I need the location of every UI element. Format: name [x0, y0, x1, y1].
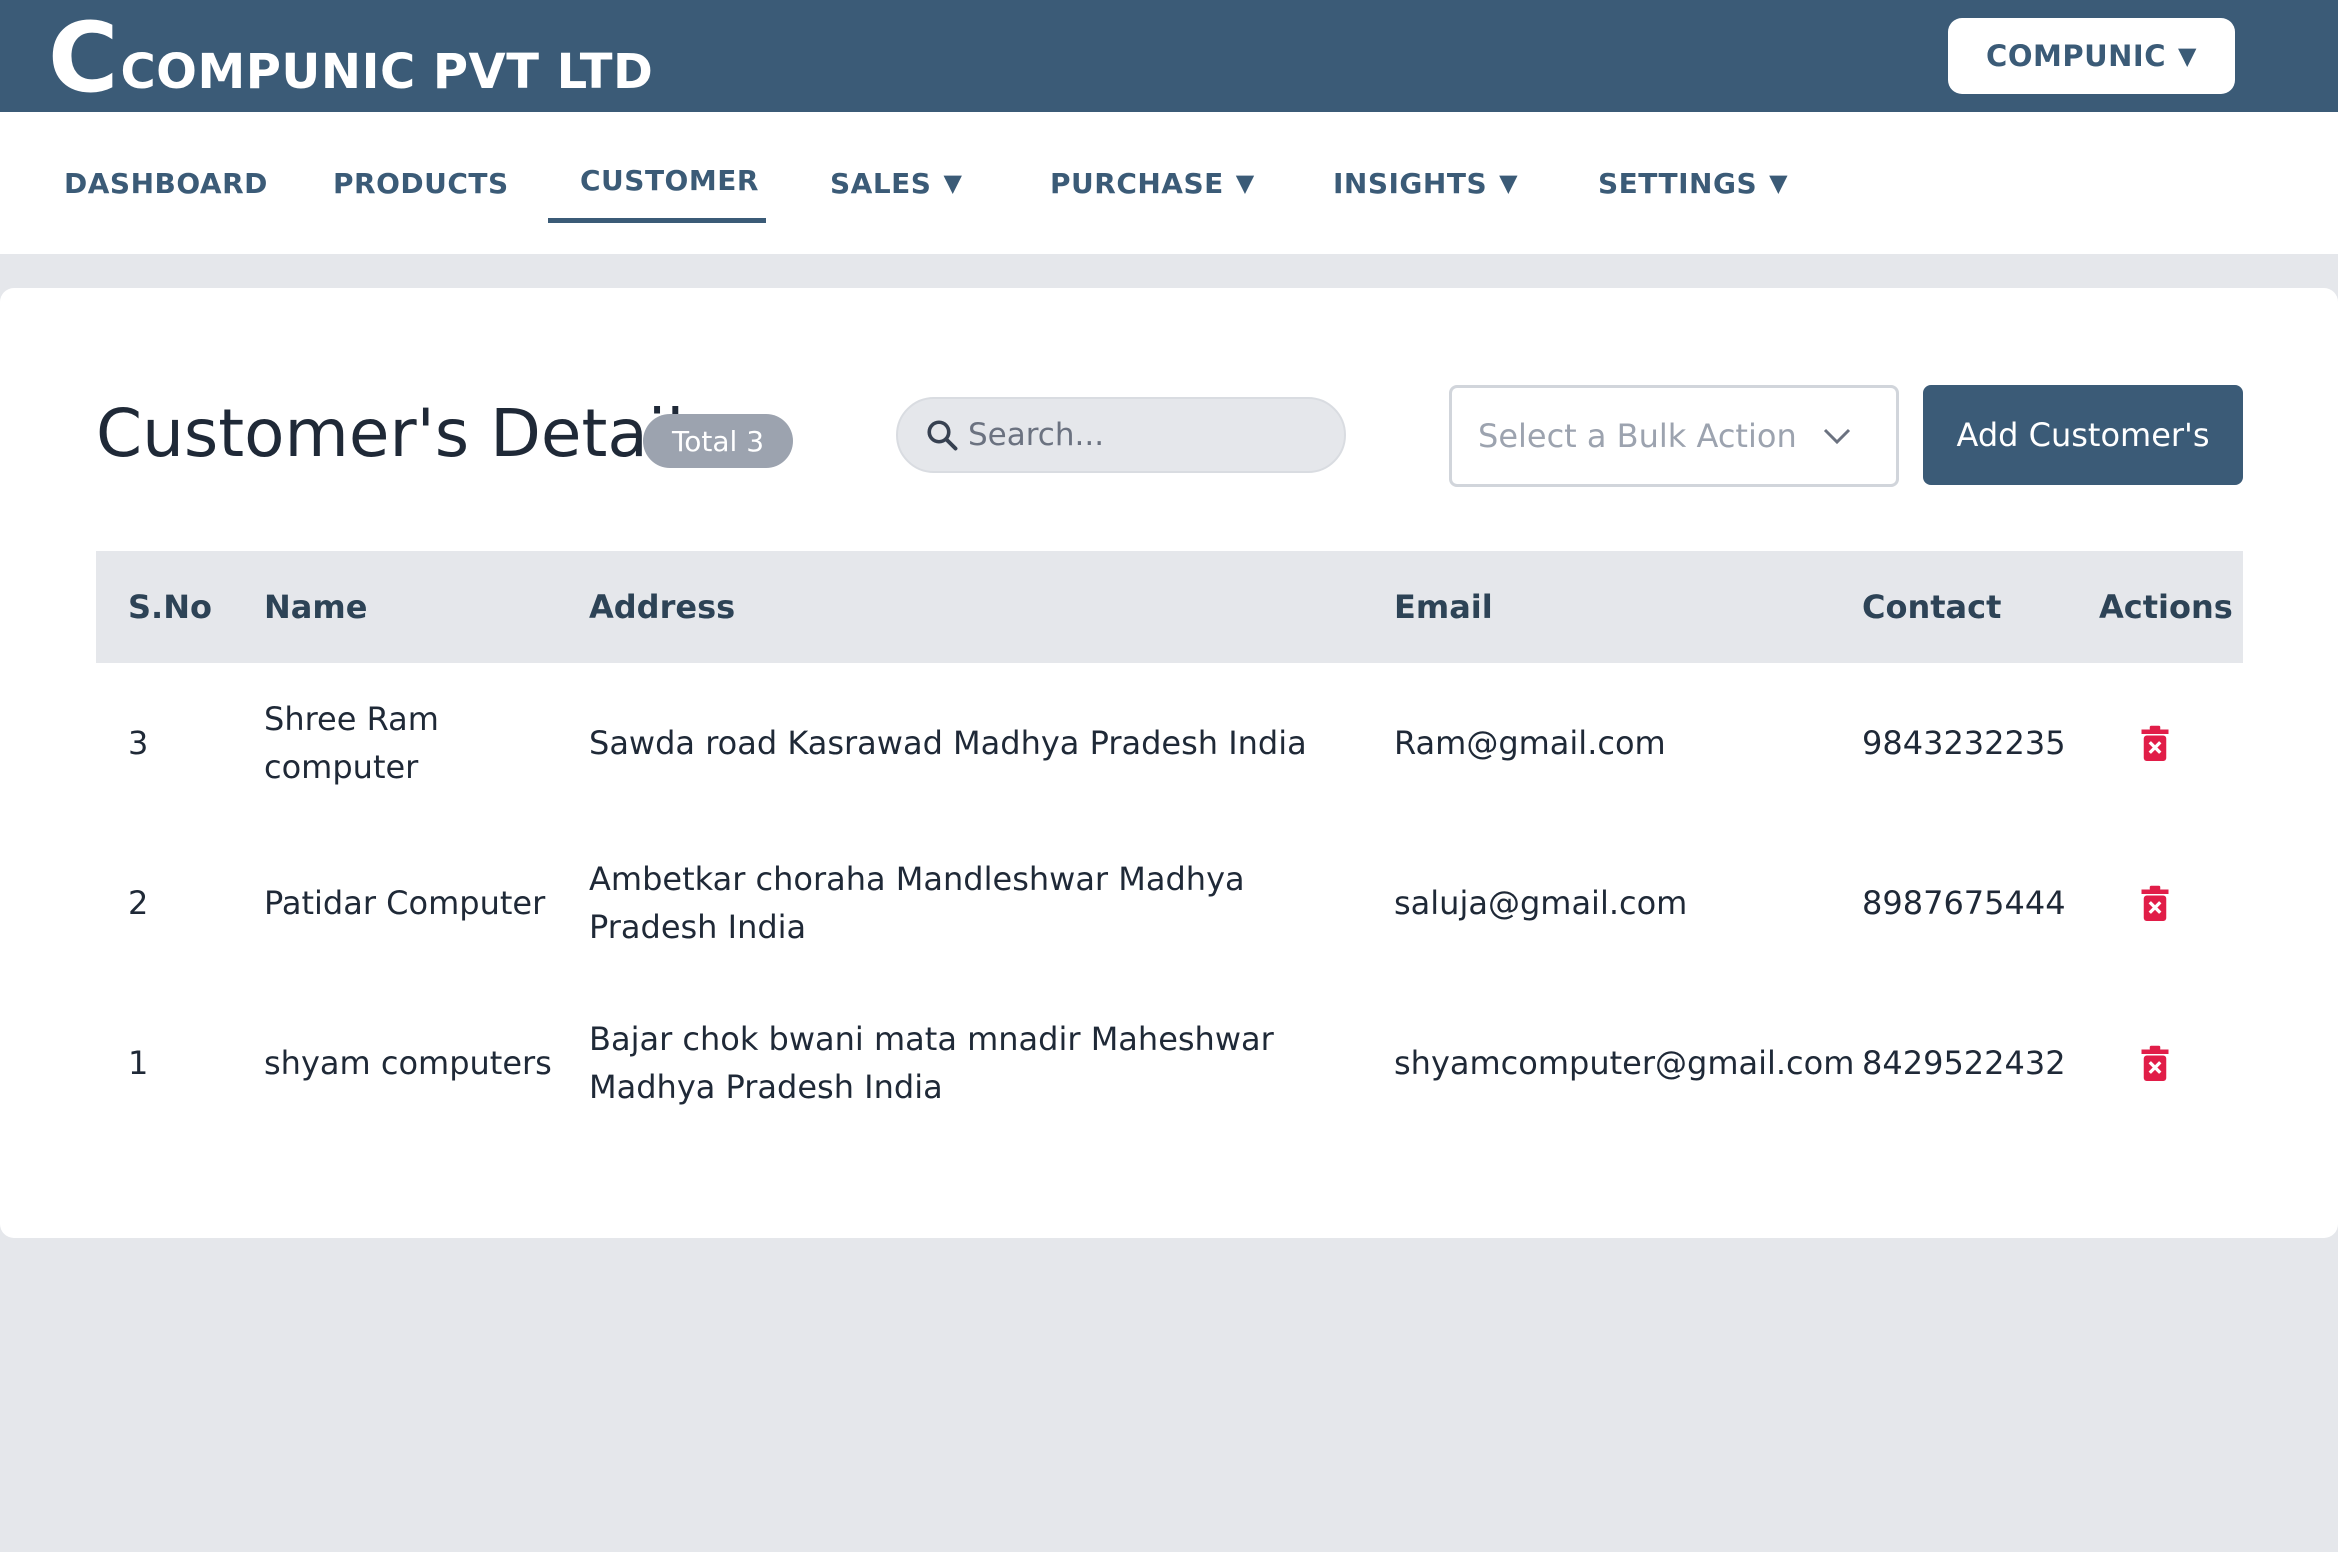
name-text: Shree Ram computer — [264, 700, 439, 786]
bulk-action-select[interactable]: Select a Bulk Action — [1449, 385, 1899, 487]
name-text: Patidar Computer — [264, 884, 546, 922]
caret-down-icon: ▼ — [1769, 169, 1789, 197]
cell-name: shyam computers — [264, 983, 554, 1143]
table-row: 2 Patidar Computer Ambetkar choraha Mand… — [96, 823, 2243, 983]
nav-item-label: SALES — [830, 166, 932, 200]
column-header-contact[interactable]: Contact — [1862, 551, 2001, 663]
table-header-row: S.No Name Address Email Contact Actions — [96, 551, 2243, 663]
cell-actions — [2140, 983, 2170, 1143]
cell-name: Patidar Computer — [264, 823, 554, 983]
column-header-email[interactable]: Email — [1394, 551, 1493, 663]
column-header-sno[interactable]: S.No — [128, 551, 212, 663]
add-customer-button[interactable]: Add Customer's — [1923, 385, 2243, 485]
page-title: Customer's Details — [96, 395, 719, 472]
nav-item-settings[interactable]: SETTINGS ▼ — [1598, 112, 1788, 254]
table-row: 1 shyam computers Bajar chok bwani mata … — [96, 983, 2243, 1143]
cell-name: Shree Ram computer — [264, 663, 554, 823]
nav-item-label: CUSTOMER — [580, 163, 759, 197]
nav-item-label: DASHBOARD — [64, 166, 268, 200]
cell-actions — [2140, 663, 2170, 823]
nav-item-sales[interactable]: SALES ▼ — [830, 112, 962, 254]
nav-item-label: PURCHASE — [1050, 166, 1224, 200]
nav-item-customer[interactable]: CUSTOMER — [580, 112, 759, 254]
cell-address: Ambetkar choraha Mandleshwar Madhya Prad… — [589, 823, 1349, 983]
address-text: Ambetkar choraha Mandleshwar Madhya Prad… — [589, 860, 1245, 946]
nav-item-label: PRODUCTS — [333, 166, 509, 200]
column-header-address[interactable]: Address — [589, 551, 735, 663]
cell-email: Ram@gmail.com — [1394, 724, 1666, 762]
caret-down-icon: ▼ — [1235, 169, 1255, 197]
search-box[interactable] — [896, 397, 1346, 473]
column-header-actions: Actions — [2099, 588, 2233, 626]
address-text: Sawda road Kasrawad Madhya Pradesh India — [589, 724, 1307, 762]
cell-address: Bajar chok bwani mata mnadir Maheshwar M… — [589, 983, 1369, 1143]
company-logo[interactable]: C COMPUNIC PVT LTD — [48, 2, 654, 114]
cell-contact: 9843232235 — [1862, 724, 2066, 762]
nav-item-products[interactable]: PRODUCTS — [333, 112, 509, 254]
active-tab-indicator — [548, 218, 766, 223]
cell-email: saluja@gmail.com — [1394, 884, 1688, 922]
customer-table: S.No Name Address Email Contact Actions … — [96, 551, 2243, 1143]
nav-item-insights[interactable]: INSIGHTS ▼ — [1333, 112, 1518, 254]
account-menu-label: COMPUNIC — [1986, 39, 2166, 73]
nav-item-label: INSIGHTS — [1333, 166, 1488, 200]
cell-email: shyamcomputer@gmail.com — [1394, 1044, 1855, 1082]
bulk-action-placeholder: Select a Bulk Action — [1478, 417, 1797, 455]
cell-sno: 2 — [128, 884, 149, 922]
company-name: COMPUNIC PVT LTD — [120, 44, 654, 100]
trash-icon[interactable] — [2140, 725, 2170, 761]
caret-down-icon: ▼ — [1499, 169, 1519, 197]
column-header-name[interactable]: Name — [264, 551, 367, 663]
trash-icon[interactable] — [2140, 885, 2170, 921]
main-nav: DASHBOARD PRODUCTS CUSTOMER SALES ▼ PURC… — [0, 112, 2338, 254]
caret-down-icon: ▼ — [2177, 42, 2197, 70]
cell-contact: 8429522432 — [1862, 1044, 2066, 1082]
search-input[interactable] — [968, 417, 1328, 453]
address-text: Bajar chok bwani mata mnadir Maheshwar M… — [589, 1020, 1274, 1106]
search-icon — [927, 420, 958, 451]
total-count-badge: Total 3 — [643, 414, 793, 468]
logo-letter: C — [48, 2, 118, 114]
cell-sno: 1 — [128, 1044, 149, 1082]
chevron-down-icon — [1823, 428, 1851, 445]
caret-down-icon: ▼ — [943, 169, 963, 197]
customer-details-card: Customer's Details Total 3 Select a Bulk… — [0, 288, 2338, 1238]
top-header: C COMPUNIC PVT LTD COMPUNIC ▼ — [0, 0, 2338, 112]
cell-address: Sawda road Kasrawad Madhya Pradesh India — [589, 663, 1369, 823]
cell-contact: 8987675444 — [1862, 884, 2066, 922]
nav-item-purchase[interactable]: PURCHASE ▼ — [1050, 112, 1255, 254]
name-text: shyam computers — [264, 1044, 552, 1082]
cell-actions — [2140, 823, 2170, 983]
table-row: 3 Shree Ram computer Sawda road Kasrawad… — [96, 663, 2243, 823]
nav-item-dashboard[interactable]: DASHBOARD — [64, 112, 268, 254]
account-menu-button[interactable]: COMPUNIC ▼ — [1948, 18, 2235, 94]
cell-sno: 3 — [128, 724, 149, 762]
nav-item-label: SETTINGS — [1598, 166, 1758, 200]
trash-icon[interactable] — [2140, 1045, 2170, 1081]
